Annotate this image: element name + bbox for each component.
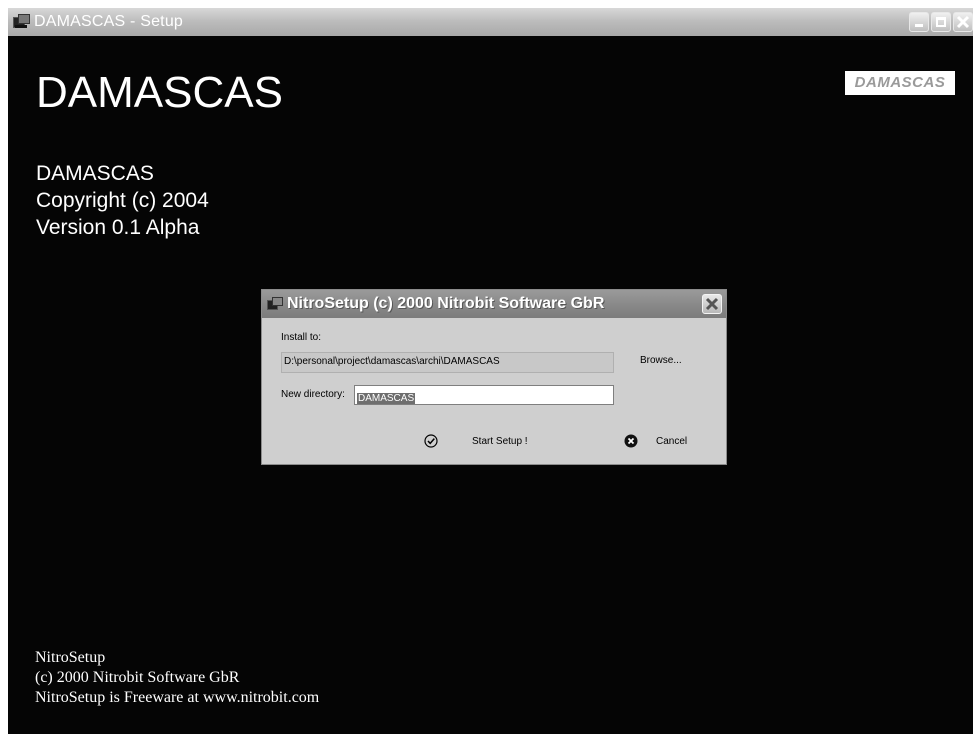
start-setup-label: Start Setup ! xyxy=(472,435,528,447)
cancel-button[interactable]: Cancel xyxy=(624,434,687,448)
dialog-body: Install to: D:\personal\project\damascas… xyxy=(262,318,726,466)
x-circle-icon xyxy=(624,434,638,448)
setup-computer-icon xyxy=(12,13,30,31)
product-name: DAMASCAS xyxy=(36,162,154,185)
setup-window: DAMASCAS - Setup DAMASCAS DAMASCAS DAMAS… xyxy=(8,8,973,734)
footer-line: NitroSetup is Freeware at www.nitrobit.c… xyxy=(35,689,320,706)
checkmark-circle-icon xyxy=(424,434,438,448)
browse-button[interactable]: Browse... xyxy=(640,355,682,366)
new-directory-input[interactable]: DAMASCAS xyxy=(354,385,614,405)
cancel-label: Cancel xyxy=(656,435,688,447)
install-dialog: NitroSetup (c) 2000 Nitrobit Software Gb… xyxy=(261,289,727,465)
minimize-icon[interactable] xyxy=(909,12,929,32)
window-title: DAMASCAS - Setup xyxy=(34,13,184,30)
version-text: Version 0.1 Alpha xyxy=(36,216,200,239)
footer-line: (c) 2000 Nitrobit Software GbR xyxy=(35,669,240,686)
product-info: DAMASCAS Copyright (c) 2004 Version 0.1 … xyxy=(36,160,209,241)
new-directory-value: DAMASCAS xyxy=(357,393,416,404)
install-path-field[interactable]: D:\personal\project\damascas\archi\DAMAS… xyxy=(281,352,614,373)
new-directory-label: New directory: xyxy=(281,389,345,400)
setup-computer-icon xyxy=(266,295,284,313)
dialog-title-bar[interactable]: NitroSetup (c) 2000 Nitrobit Software Gb… xyxy=(262,290,726,318)
close-icon[interactable] xyxy=(953,12,973,32)
copyright-text: Copyright (c) 2004 xyxy=(36,189,209,212)
footer-credits: NitroSetup (c) 2000 Nitrobit Software Gb… xyxy=(35,648,319,708)
close-icon[interactable] xyxy=(702,294,722,314)
damascas-logo: DAMASCAS xyxy=(845,71,955,95)
footer-line: NitroSetup xyxy=(35,649,106,666)
maximize-icon[interactable] xyxy=(931,12,951,32)
start-setup-button[interactable]: Start Setup ! xyxy=(424,434,528,448)
install-to-label: Install to: xyxy=(281,332,322,343)
dialog-title: NitroSetup (c) 2000 Nitrobit Software Gb… xyxy=(287,295,605,312)
page-title: DAMASCAS xyxy=(36,68,283,117)
title-bar[interactable]: DAMASCAS - Setup xyxy=(8,8,973,36)
